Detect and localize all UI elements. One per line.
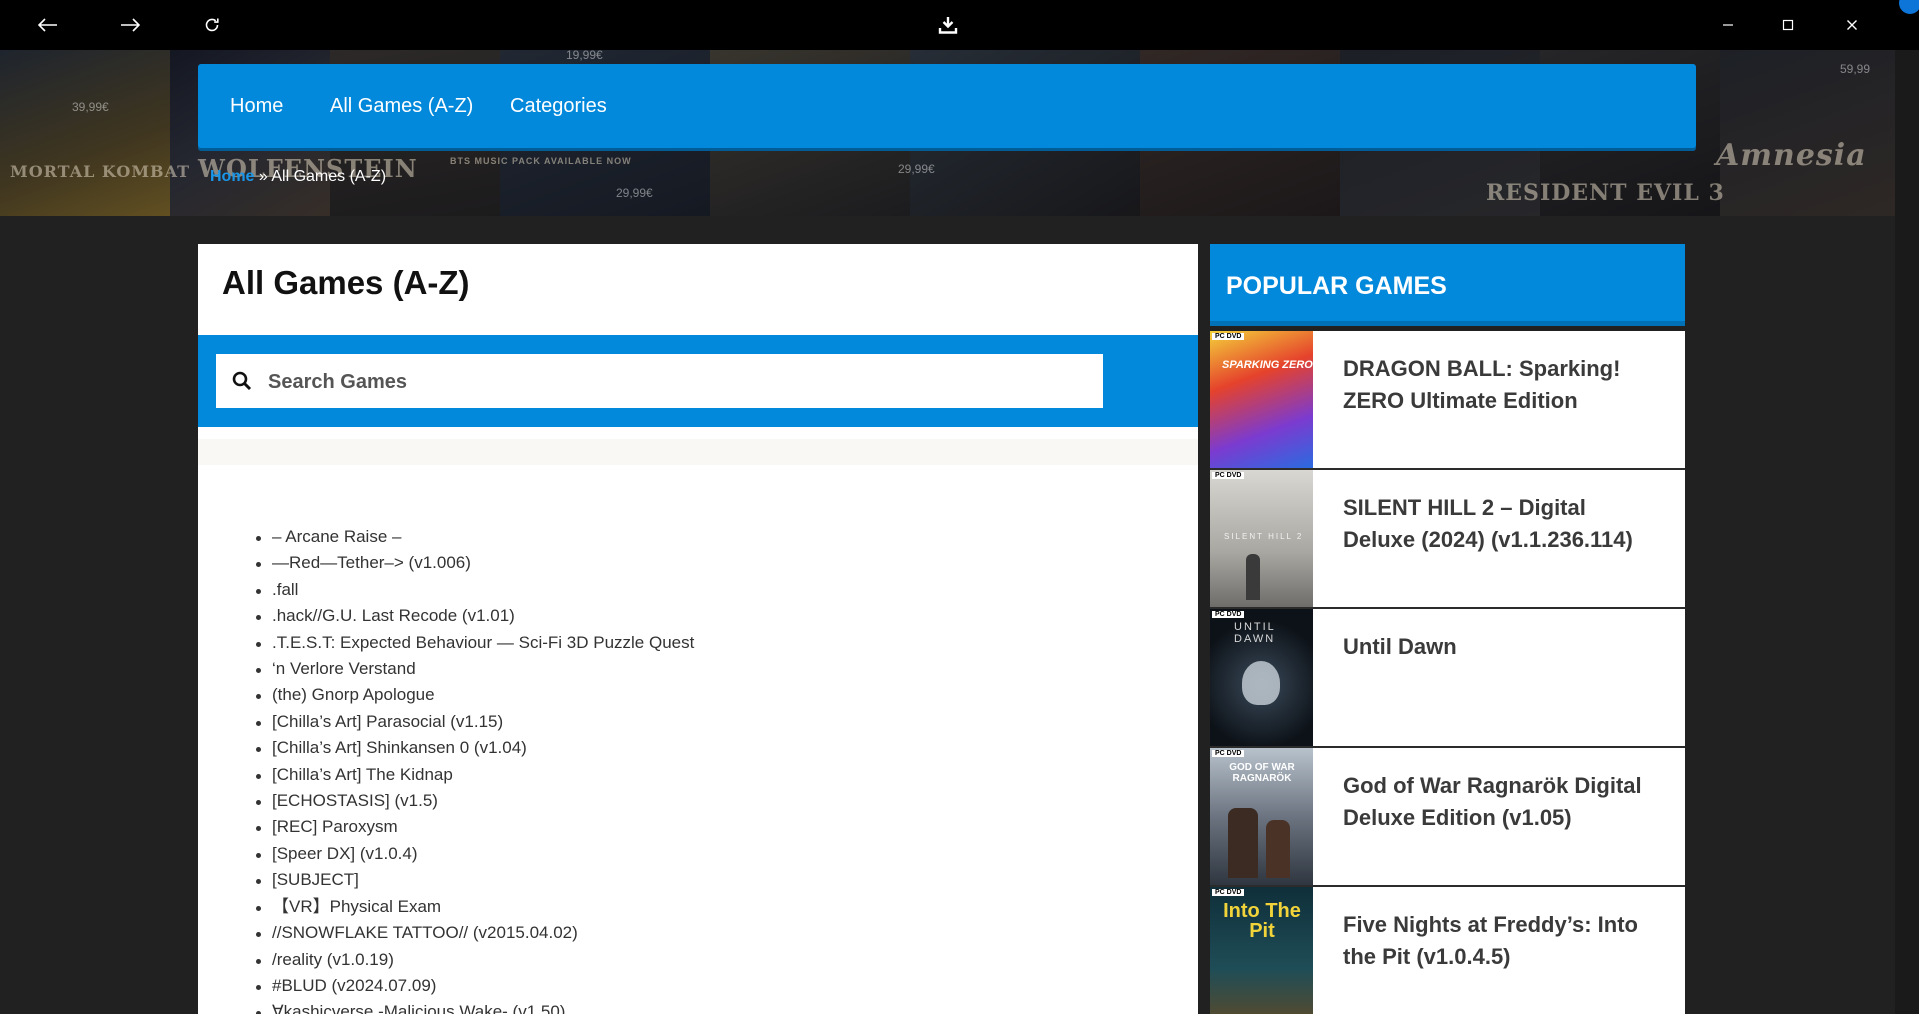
game-list-item[interactable]: [Chilla’s Art] Parasocial (v1.15) <box>255 709 694 735</box>
main-nav: Home All Games (A-Z) Categories <box>198 64 1696 148</box>
pc-tag: PC DVD <box>1212 611 1245 618</box>
sidebar-heading: POPULAR GAMES <box>1210 244 1685 326</box>
popular-game-title[interactable]: DRAGON BALL: Sparking! ZERO Ultimate Edi… <box>1343 353 1663 417</box>
nav-item-all-games[interactable]: All Games (A-Z) <box>330 64 473 148</box>
search-icon <box>232 371 252 391</box>
game-cover-image[interactable]: PC DVD UNTIL DAWN <box>1210 609 1313 746</box>
pc-tag: PC DVD <box>1212 889 1245 896</box>
cover-skull <box>1242 661 1280 705</box>
hero-banner-text: BTS MUSIC PACK AVAILABLE NOW <box>450 156 632 166</box>
game-list-item[interactable]: .hack//G.U. Last Recode (v1.01) <box>255 603 694 629</box>
popular-game-item[interactable]: PC DVD SILENT HILL 2 SILENT HILL 2 – Dig… <box>1210 470 1685 609</box>
game-list-item[interactable]: [SUBJECT] <box>255 867 694 893</box>
pc-tag: PC DVD <box>1212 333 1245 340</box>
game-cover-image[interactable]: PC DVD Into The Pit <box>1210 887 1313 1014</box>
game-list-item[interactable]: ∀kashicverse -Malicious Wake- (v1.50) <box>255 999 694 1014</box>
game-list-item[interactable]: —Red—Tether–> (v1.006) <box>255 550 694 576</box>
close-button[interactable] <box>1834 0 1870 50</box>
popular-game-title[interactable]: Until Dawn <box>1343 631 1663 663</box>
page-title: All Games (A-Z) <box>222 264 470 301</box>
forward-button[interactable] <box>112 0 148 50</box>
reload-button[interactable] <box>195 0 229 50</box>
game-list-item[interactable]: /reality (v1.0.19) <box>255 947 694 973</box>
game-list-item[interactable]: .T.E.S.T: Expected Behaviour — Sci-Fi 3D… <box>255 630 694 656</box>
maximize-icon <box>1782 19 1794 31</box>
game-list-item[interactable]: [REC] Paroxysm <box>255 814 694 840</box>
cover-text: SPARKING ZERO <box>1222 359 1313 371</box>
popular-game-item[interactable]: PC DVD UNTIL DAWN Until Dawn <box>1210 609 1685 748</box>
minimize-button[interactable] <box>1710 0 1746 50</box>
sidebar-heading-text: POPULAR GAMES <box>1226 272 1447 300</box>
pc-tag: PC DVD <box>1212 750 1245 757</box>
pc-tag: PC DVD <box>1212 472 1245 479</box>
download-icon <box>938 17 958 34</box>
popular-game-item[interactable]: PC DVD SPARKING ZERO DRAGON BALL: Sparki… <box>1210 331 1685 470</box>
close-icon <box>1847 20 1857 30</box>
cover-figure <box>1228 808 1258 878</box>
hero-price: 39,99€ <box>72 100 109 114</box>
game-list-item[interactable]: [ECHOSTASIS] (v1.5) <box>255 788 694 814</box>
game-list: – Arcane Raise – —Red—Tether–> (v1.006) … <box>255 524 694 1014</box>
hero-price: 19,99€ <box>566 50 603 62</box>
game-list-item[interactable]: (the) Gnorp Apologue <box>255 682 694 708</box>
breadcrumb: Home » All Games (A-Z) <box>210 168 386 186</box>
hero-price: 29,99€ <box>898 162 935 176</box>
minimize-icon <box>1723 24 1733 26</box>
hero-price: 59,99 <box>1840 62 1871 76</box>
game-cover-image[interactable]: PC DVD SILENT HILL 2 <box>1210 470 1313 607</box>
maximize-button[interactable] <box>1770 0 1806 50</box>
game-list-item[interactable]: – Arcane Raise – <box>255 524 694 550</box>
hero-banner-text: Amnesia <box>1716 138 1867 173</box>
game-list-item[interactable]: //SNOWFLAKE TATTOO// (v2015.04.02) <box>255 920 694 946</box>
game-list-item[interactable]: [Chilla’s Art] The Kidnap <box>255 762 694 788</box>
nav-item-categories[interactable]: Categories <box>510 64 607 148</box>
search-band <box>198 335 1198 427</box>
hero-price: 29,99€ <box>616 186 653 200</box>
search-input[interactable] <box>266 354 1090 410</box>
reload-icon <box>205 18 219 32</box>
arrow-left-icon <box>38 18 57 32</box>
breadcrumb-separator: » <box>254 168 272 185</box>
popular-game-item[interactable]: PC DVD Into The Pit Five Nights at Fredd… <box>1210 887 1685 1014</box>
game-list-item[interactable]: #BLUD (v2024.07.09) <box>255 973 694 999</box>
popular-games-sidebar: POPULAR GAMES PC DVD SPARKING ZERO DRAGO… <box>1210 244 1685 1014</box>
game-cover-image[interactable]: PC DVD GOD OF WAR RAGNARÖK <box>1210 748 1313 885</box>
cover-figure <box>1266 820 1290 878</box>
hero-banner-text: MORTAL KOMBAT <box>10 162 191 181</box>
breadcrumb-home-link[interactable]: Home <box>210 168 254 185</box>
game-cover-image[interactable]: PC DVD SPARKING ZERO <box>1210 331 1313 468</box>
main-content: All Games (A-Z) – Arcane Raise – —Red—Te… <box>198 244 1198 1014</box>
popular-game-item[interactable]: PC DVD GOD OF WAR RAGNARÖK God of War Ra… <box>1210 748 1685 887</box>
cover-text: UNTIL DAWN <box>1234 621 1276 645</box>
download-button[interactable] <box>930 0 966 50</box>
nav-item-home[interactable]: Home <box>230 64 283 148</box>
cover-text: SILENT HILL 2 <box>1224 532 1304 541</box>
game-list-item[interactable]: [Chilla’s Art] Shinkansen 0 (v1.04) <box>255 735 694 761</box>
hero-banner-text: RESIDENT EVIL 3 <box>1486 180 1725 206</box>
back-button[interactable] <box>30 0 66 50</box>
cover-text: GOD OF WAR RAGNARÖK <box>1229 762 1295 784</box>
popular-game-title[interactable]: Five Nights at Freddy’s: Into the Pit (v… <box>1343 909 1663 973</box>
cover-text: Into The Pit <box>1223 900 1301 942</box>
popular-game-title[interactable]: God of War Ragnarök Digital Deluxe Editi… <box>1343 770 1663 834</box>
arrow-right-icon <box>121 18 140 32</box>
popular-game-title[interactable]: SILENT HILL 2 – Digital Deluxe (2024) (v… <box>1343 492 1663 556</box>
cover-figure <box>1246 554 1260 600</box>
window-titlebar <box>0 0 1919 50</box>
game-list-item[interactable]: ‘n Verlore Verstand <box>255 656 694 682</box>
breadcrumb-current: All Games (A-Z) <box>271 168 387 185</box>
search-box <box>216 354 1103 410</box>
game-list-item[interactable]: [Speer DX] (v1.0.4) <box>255 841 694 867</box>
content-divider <box>198 439 1198 465</box>
game-list-item[interactable]: 【VR】Physical Exam <box>255 894 694 920</box>
page-scrollbar[interactable] <box>1895 50 1919 1014</box>
game-list-item[interactable]: .fall <box>255 577 694 603</box>
